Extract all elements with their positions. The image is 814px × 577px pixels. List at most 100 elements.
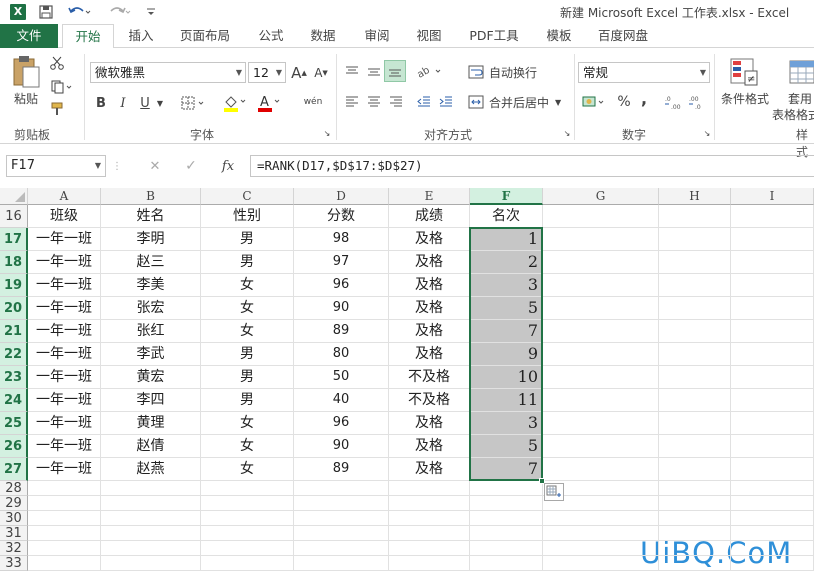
column-header-d[interactable]: D <box>294 188 389 205</box>
row-header-22[interactable]: 22 <box>0 343 28 366</box>
column-header-f[interactable]: F <box>470 188 543 205</box>
cell-e25[interactable]: 及格 <box>389 412 470 435</box>
conditional-format-button[interactable]: 条件格式 <box>718 90 772 106</box>
cell-h24[interactable] <box>659 389 731 412</box>
cell-a23[interactable]: 一年一班 <box>28 366 101 389</box>
cell-a29[interactable] <box>28 496 101 511</box>
cell-b24[interactable]: 李四 <box>101 389 201 412</box>
cell-g17[interactable] <box>543 228 659 251</box>
cell-e20[interactable]: 及格 <box>389 297 470 320</box>
save-icon[interactable] <box>36 3 56 21</box>
cell-b21[interactable]: 张红 <box>101 320 201 343</box>
tab-templates[interactable]: 模板 <box>538 24 580 48</box>
align-right-icon[interactable] <box>386 92 406 112</box>
paste-icon[interactable] <box>8 54 44 90</box>
cell-i17[interactable] <box>731 228 814 251</box>
cell-f32[interactable] <box>470 541 543 556</box>
cell-i26[interactable] <box>731 435 814 458</box>
row-header-32[interactable]: 32 <box>0 541 28 556</box>
orientation-icon[interactable]: ab <box>414 60 446 82</box>
row-header-28[interactable]: 28 <box>0 481 28 496</box>
grow-font-button[interactable]: A ▲ <box>290 62 308 83</box>
cell-e29[interactable] <box>389 496 470 511</box>
cell-h25[interactable] <box>659 412 731 435</box>
cell-f16[interactable]: 名次 <box>470 205 543 228</box>
cell-f33[interactable] <box>470 556 543 571</box>
cell-g30[interactable] <box>543 511 659 526</box>
cell-b25[interactable]: 黄理 <box>101 412 201 435</box>
column-header-e[interactable]: E <box>389 188 470 205</box>
row-header-25[interactable]: 25 <box>0 412 28 435</box>
cell-a26[interactable]: 一年一班 <box>28 435 101 458</box>
cell-i24[interactable] <box>731 389 814 412</box>
cell-c26[interactable]: 女 <box>201 435 294 458</box>
column-header-a[interactable]: A <box>28 188 101 205</box>
number-format-select[interactable]: 常规 ▼ <box>578 62 710 83</box>
cell-d30[interactable] <box>294 511 389 526</box>
cell-c27[interactable]: 女 <box>201 458 294 481</box>
cell-h20[interactable] <box>659 297 731 320</box>
cell-f27[interactable]: 7 <box>470 458 543 481</box>
cell-i25[interactable] <box>731 412 814 435</box>
cell-h29[interactable] <box>659 496 731 511</box>
undo-icon[interactable] <box>64 3 94 21</box>
cell-i16[interactable] <box>731 205 814 228</box>
cell-d29[interactable] <box>294 496 389 511</box>
cell-b19[interactable]: 李美 <box>101 274 201 297</box>
cell-a18[interactable]: 一年一班 <box>28 251 101 274</box>
row-header-21[interactable]: 21 <box>0 320 28 343</box>
italic-button[interactable]: I <box>114 92 132 114</box>
cell-c28[interactable] <box>201 481 294 496</box>
format-painter-icon[interactable] <box>46 100 68 118</box>
cell-g21[interactable] <box>543 320 659 343</box>
cell-h26[interactable] <box>659 435 731 458</box>
row-header-17[interactable]: 17 <box>0 228 28 251</box>
tab-file[interactable]: 文件 <box>0 24 58 48</box>
row-header-26[interactable]: 26 <box>0 435 28 458</box>
cell-h21[interactable] <box>659 320 731 343</box>
customize-icon[interactable] <box>144 3 158 21</box>
cell-d33[interactable] <box>294 556 389 571</box>
cell-e21[interactable]: 及格 <box>389 320 470 343</box>
dialog-launcher-icon[interactable]: ↘ <box>322 128 332 138</box>
column-header-b[interactable]: B <box>101 188 201 205</box>
cell-d20[interactable]: 90 <box>294 297 389 320</box>
column-header-g[interactable]: G <box>543 188 659 205</box>
cut-icon[interactable] <box>46 54 68 72</box>
align-bottom-icon[interactable] <box>384 60 406 82</box>
cell-a31[interactable] <box>28 526 101 541</box>
cell-e27[interactable]: 及格 <box>389 458 470 481</box>
chevron-down-icon[interactable]: ▼ <box>154 92 166 114</box>
cell-f21[interactable]: 7 <box>470 320 543 343</box>
cell-b33[interactable] <box>101 556 201 571</box>
cell-f22[interactable]: 9 <box>470 343 543 366</box>
cell-c22[interactable]: 男 <box>201 343 294 366</box>
dialog-launcher-icon[interactable]: ↘ <box>562 128 572 138</box>
cell-a21[interactable]: 一年一班 <box>28 320 101 343</box>
table-format-button-line2[interactable]: 表格格式 <box>772 106 814 122</box>
cell-d32[interactable] <box>294 541 389 556</box>
cell-i30[interactable] <box>731 511 814 526</box>
cell-h32[interactable] <box>659 541 731 556</box>
table-format-button-line1[interactable]: 套用 <box>788 90 814 106</box>
column-header-c[interactable]: C <box>201 188 294 205</box>
cell-g33[interactable] <box>543 556 659 571</box>
tab-baidu-netdisk[interactable]: 百度网盘 <box>590 24 656 48</box>
cell-c17[interactable]: 男 <box>201 228 294 251</box>
cell-i32[interactable] <box>731 541 814 556</box>
cell-e28[interactable] <box>389 481 470 496</box>
font-size-select[interactable]: 12 ▼ <box>248 62 286 83</box>
cell-h27[interactable] <box>659 458 731 481</box>
cell-e32[interactable] <box>389 541 470 556</box>
cell-f24[interactable]: 11 <box>470 389 543 412</box>
font-color-icon[interactable]: A <box>254 92 286 114</box>
cell-b22[interactable]: 李武 <box>101 343 201 366</box>
align-middle-icon[interactable] <box>364 62 384 82</box>
cell-f23[interactable]: 10 <box>470 366 543 389</box>
align-center-icon[interactable] <box>364 92 384 112</box>
tab-home[interactable]: 开始 <box>62 24 114 49</box>
cell-d31[interactable] <box>294 526 389 541</box>
cell-d22[interactable]: 80 <box>294 343 389 366</box>
cell-g25[interactable] <box>543 412 659 435</box>
cell-e26[interactable]: 及格 <box>389 435 470 458</box>
